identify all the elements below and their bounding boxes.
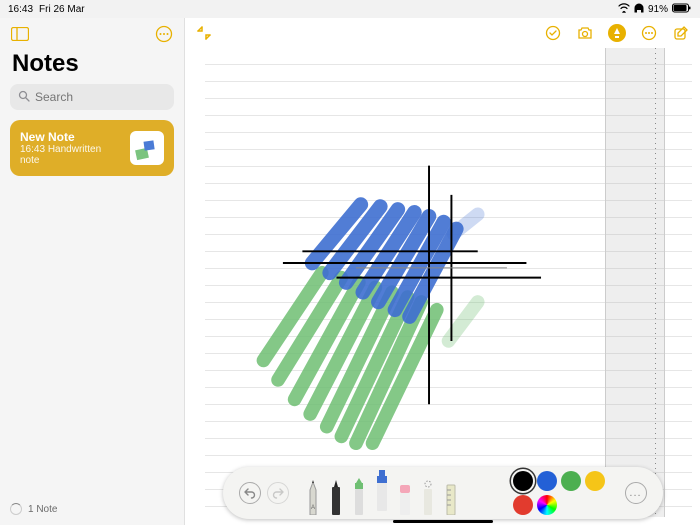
wifi-icon bbox=[618, 3, 630, 16]
canvas-more-icon[interactable] bbox=[640, 24, 658, 42]
compose-icon[interactable] bbox=[672, 24, 690, 42]
palette-more-button[interactable]: ... bbox=[625, 482, 647, 504]
search-field[interactable] bbox=[10, 84, 174, 110]
headphones-icon bbox=[634, 3, 644, 16]
canvas-area: A ... bbox=[185, 18, 700, 525]
redo-button[interactable] bbox=[267, 482, 289, 504]
markup-palette: A ... bbox=[223, 467, 663, 519]
color-yellow[interactable] bbox=[585, 471, 605, 491]
tool-highlighter-blue[interactable] bbox=[372, 467, 392, 511]
undo-button[interactable] bbox=[239, 482, 261, 504]
svg-text:A: A bbox=[310, 505, 314, 511]
status-date: Fri 26 Mar bbox=[39, 4, 85, 15]
home-indicator[interactable] bbox=[393, 520, 493, 523]
note-count: 1 Note bbox=[28, 504, 57, 515]
sidebar-footer: 1 Note bbox=[0, 493, 184, 525]
sidebar: Notes New Note 16:43 Handwritten note bbox=[0, 18, 185, 525]
sync-spinner-icon bbox=[10, 503, 22, 515]
color-group bbox=[513, 471, 613, 515]
tool-group: A bbox=[303, 471, 461, 515]
sidebar-more-icon[interactable] bbox=[154, 24, 174, 44]
tool-highlighter-green[interactable] bbox=[349, 471, 369, 515]
check-circle-icon[interactable] bbox=[544, 24, 562, 42]
note-thumbnail bbox=[130, 131, 164, 165]
markup-icon[interactable] bbox=[608, 24, 626, 42]
tool-ruler[interactable] bbox=[441, 471, 461, 515]
exit-fullscreen-icon[interactable] bbox=[195, 24, 213, 42]
color-picker[interactable] bbox=[537, 495, 557, 515]
battery-percent: 91% bbox=[648, 4, 668, 15]
canvas-toolbar bbox=[185, 18, 700, 48]
note-title: New Note bbox=[20, 130, 120, 144]
color-red[interactable] bbox=[513, 495, 533, 515]
sidebar-title: Notes bbox=[0, 50, 184, 84]
tool-marker[interactable] bbox=[326, 471, 346, 515]
color-black[interactable] bbox=[513, 471, 533, 491]
drawing-strokes bbox=[205, 48, 692, 517]
battery-icon bbox=[672, 3, 692, 16]
tool-pen[interactable]: A bbox=[303, 471, 323, 515]
tool-lasso[interactable] bbox=[418, 471, 438, 515]
search-icon bbox=[18, 90, 30, 105]
status-bar: 16:43 Fri 26 Mar 91% bbox=[0, 0, 700, 18]
note-subtitle: 16:43 Handwritten note bbox=[20, 144, 120, 166]
sidebar-toggle-icon[interactable] bbox=[10, 24, 30, 44]
color-blue[interactable] bbox=[537, 471, 557, 491]
status-time: 16:43 bbox=[8, 4, 33, 15]
tool-eraser[interactable] bbox=[395, 471, 415, 515]
search-input[interactable] bbox=[35, 90, 190, 104]
color-green[interactable] bbox=[561, 471, 581, 491]
note-canvas[interactable] bbox=[205, 48, 692, 517]
camera-icon[interactable] bbox=[576, 24, 594, 42]
note-list-item[interactable]: New Note 16:43 Handwritten note bbox=[10, 120, 174, 176]
